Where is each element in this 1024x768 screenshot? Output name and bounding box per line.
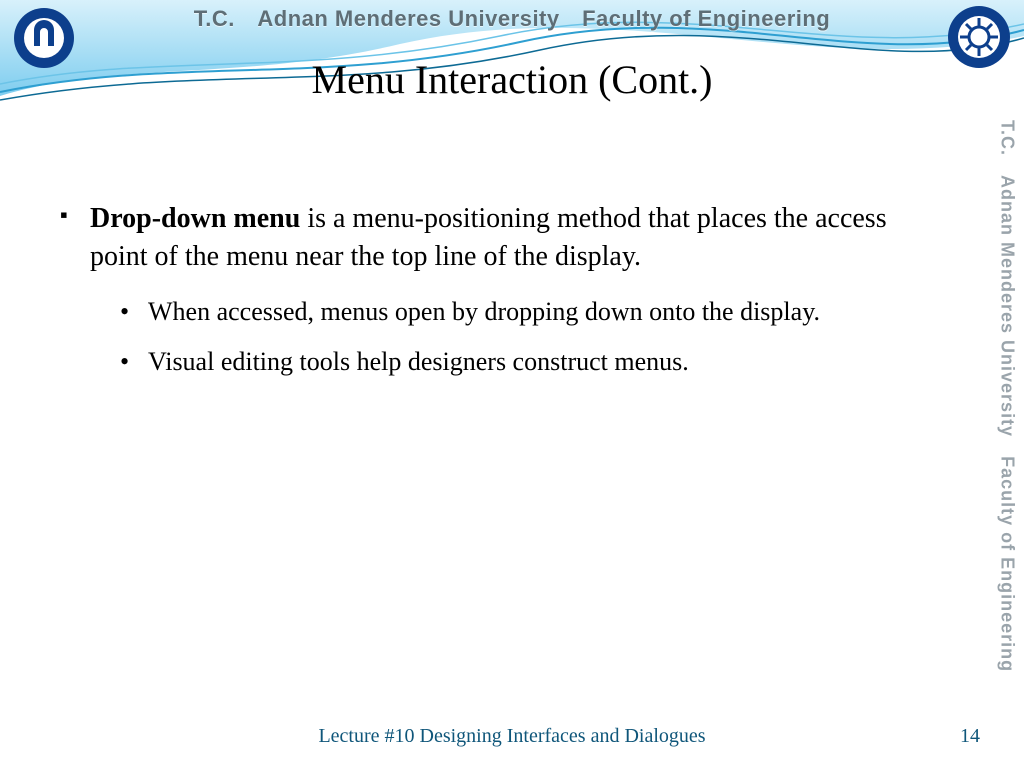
side-watermark-text: T.C. Adnan Menderes University Faculty o… bbox=[997, 120, 1018, 672]
slide-title: Menu Interaction (Cont.) bbox=[0, 56, 1024, 103]
bullet-main-bold: Drop-down menu bbox=[90, 203, 300, 234]
footer-lecture-title: Lecture #10 Designing Interfaces and Dia… bbox=[0, 725, 1024, 748]
bullet-main: Drop-down menu is a menu-positioning met… bbox=[60, 200, 944, 276]
slide: T.C. Adnan Menderes University Faculty o… bbox=[0, 0, 1024, 768]
footer-page-number: 14 bbox=[960, 725, 980, 748]
header-org-text: T.C. Adnan Menderes University Faculty o… bbox=[0, 6, 1024, 32]
slide-body: Drop-down menu is a menu-positioning met… bbox=[60, 200, 944, 394]
side-watermark: T.C. Adnan Menderes University Faculty o… bbox=[992, 120, 1022, 740]
sub-bullet-1: When accessed, menus open by dropping do… bbox=[120, 294, 944, 330]
sub-bullet-2: Visual editing tools help designers cons… bbox=[120, 344, 944, 380]
sub-bullets: When accessed, menus open by dropping do… bbox=[120, 294, 944, 381]
